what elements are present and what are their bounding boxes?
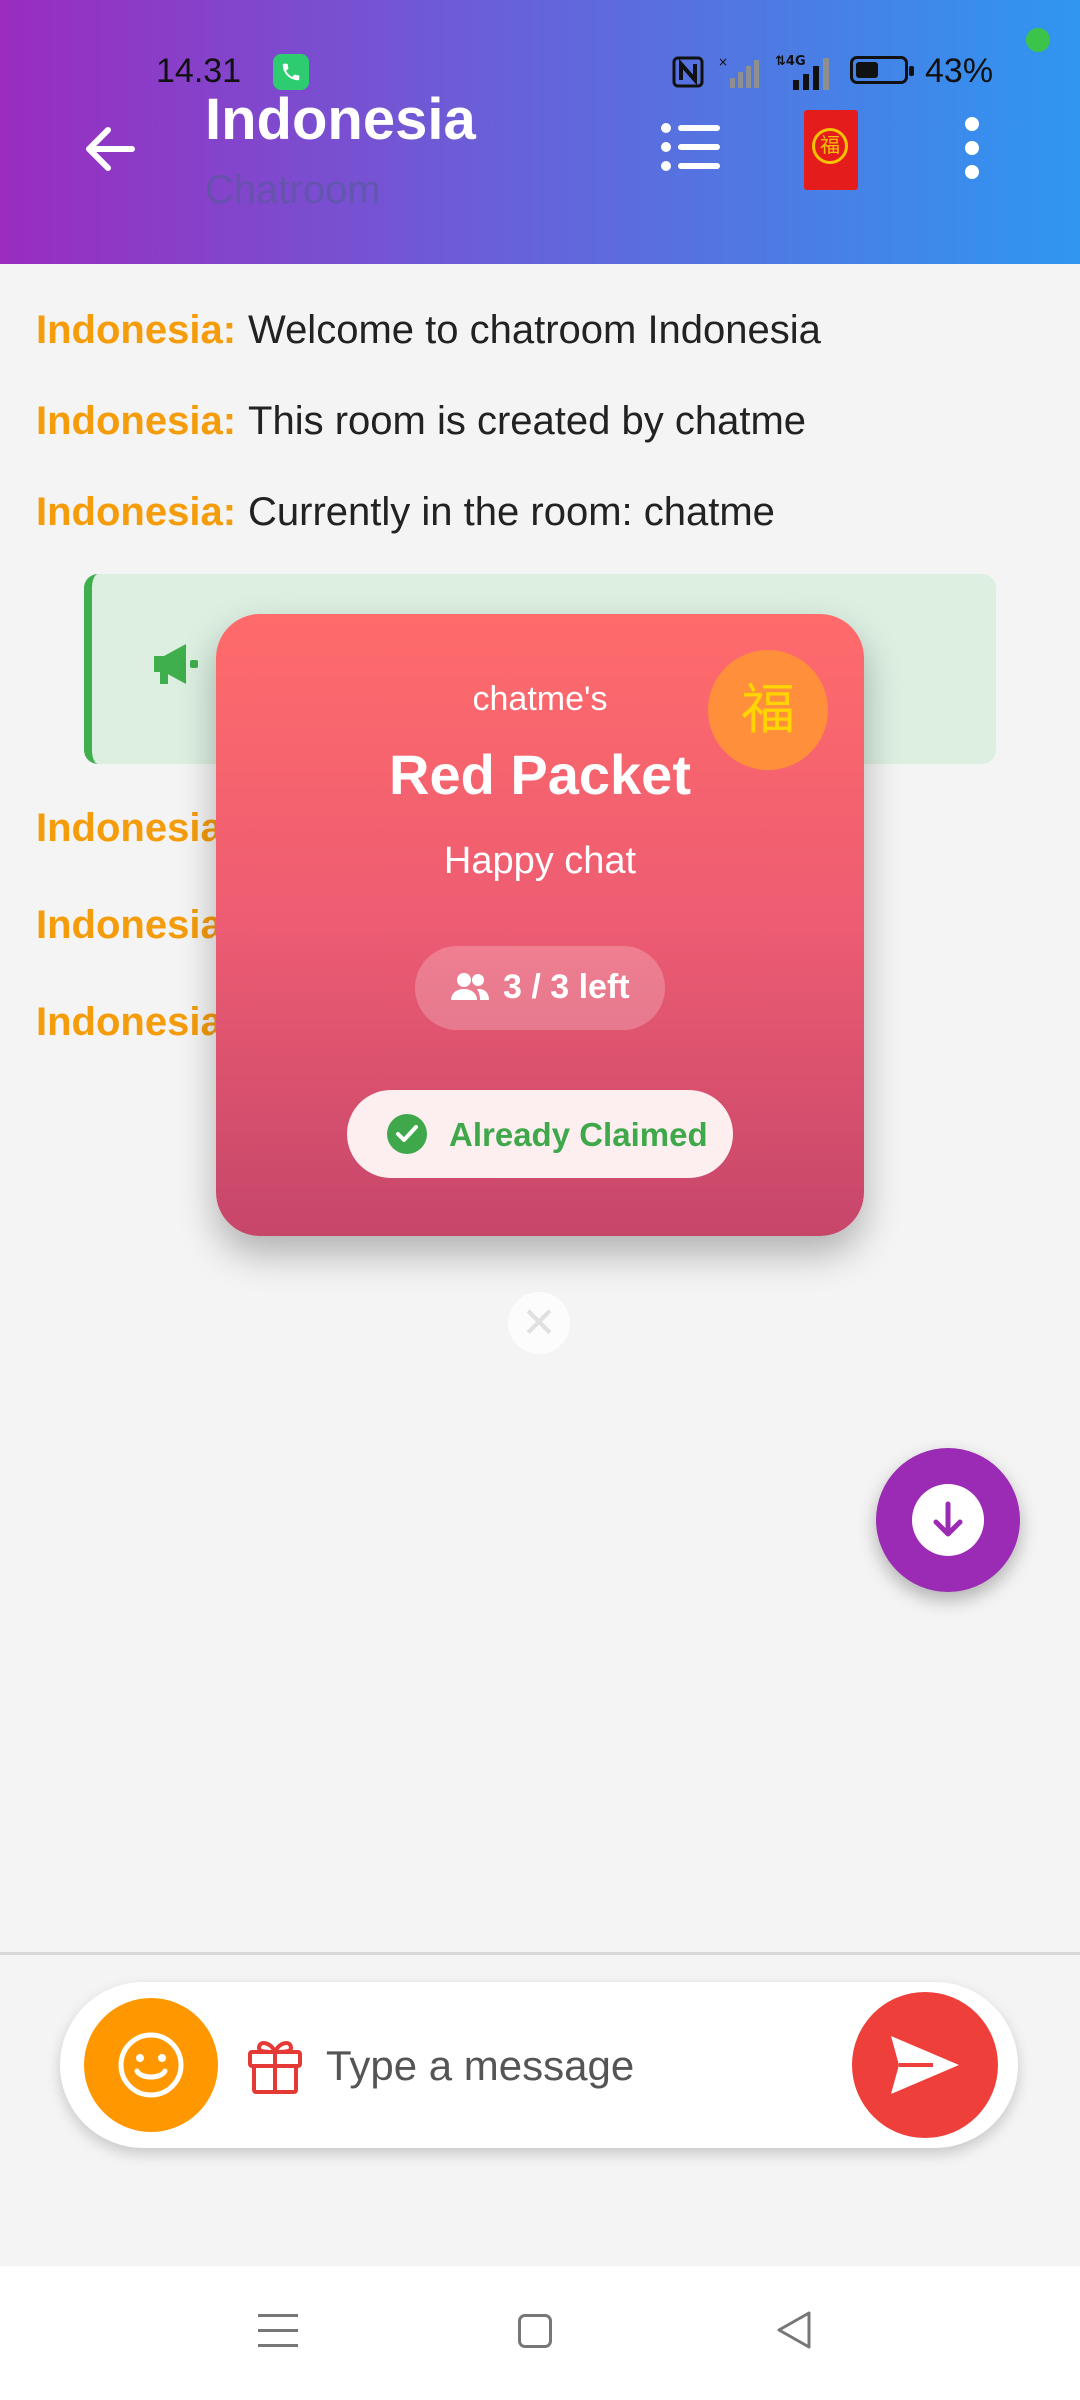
list-icon[interactable] — [660, 122, 722, 172]
recent-apps-icon[interactable] — [258, 2312, 298, 2350]
battery-icon — [850, 56, 914, 84]
app-header: 14.31 × ⇅4G 43% Indonesia Chatroom 福 — [0, 0, 1080, 264]
send-icon — [891, 2036, 959, 2094]
red-packet-sender: chatme's — [472, 680, 608, 718]
chat-message: Indonesia: Welcome to chatroom Indonesia — [36, 308, 821, 353]
message-text: Welcome to chatroom Indonesia — [248, 308, 821, 352]
chat-message: Indonesia: This room is created by chatme — [36, 399, 806, 444]
battery-percent: 43% — [925, 52, 994, 90]
megaphone-icon — [154, 644, 198, 684]
message-text: This room is created by chatme — [248, 399, 807, 443]
already-claimed-button[interactable]: Already Claimed — [347, 1090, 733, 1178]
signal-4g-icon: ⇅4G — [775, 54, 829, 90]
svg-text:⇅4G: ⇅4G — [775, 54, 806, 69]
svg-text:×: × — [718, 56, 728, 69]
system-nav-bar — [0, 2266, 1080, 2400]
chat-message-sender-partial[interactable]: Indonesia — [36, 1000, 223, 1045]
scroll-to-bottom-button[interactable] — [876, 1448, 1020, 1592]
privacy-indicator-dot — [1026, 28, 1050, 52]
more-vertical-icon[interactable] — [960, 116, 984, 180]
smiley-icon — [118, 2032, 184, 2098]
red-packet-icon[interactable]: 福 — [804, 110, 858, 190]
red-packet-card: 福 chatme's Red Packet Happy chat 3 / 3 l… — [216, 614, 864, 1236]
people-icon — [451, 973, 489, 1000]
status-bar: 14.31 × ⇅4G 43% — [0, 50, 1080, 96]
check-circle-icon — [387, 1114, 427, 1154]
message-text: Currently in the room: chatme — [248, 490, 775, 534]
message-sender[interactable]: Indonesia: — [36, 308, 236, 352]
chat-message: Indonesia: Currently in the room: chatme — [36, 490, 775, 535]
emoji-button[interactable] — [84, 1998, 218, 2132]
gift-icon[interactable] — [246, 2034, 304, 2096]
chat-message-sender-partial[interactable]: Indonesia — [36, 806, 223, 851]
nfc-icon — [672, 56, 704, 88]
remaining-count: 3 / 3 left — [503, 968, 630, 1006]
send-button[interactable] — [852, 1992, 998, 2138]
remaining-count-badge: 3 / 3 left — [415, 946, 665, 1030]
arrow-down-icon — [933, 1501, 963, 1537]
back-arrow-icon[interactable] — [78, 118, 140, 180]
message-sender[interactable]: Indonesia: — [36, 399, 236, 443]
chat-message-sender-partial[interactable]: Indonesia — [36, 903, 223, 948]
message-input[interactable] — [324, 2028, 828, 2104]
red-packet-message: Happy chat — [443, 840, 637, 882]
message-composer — [60, 1982, 1018, 2148]
room-title: Indonesia — [205, 87, 476, 152]
message-sender[interactable]: Indonesia: — [36, 490, 236, 534]
signal-icon-1: × — [718, 56, 759, 88]
nav-back-icon[interactable] — [776, 2310, 812, 2350]
claimed-label: Already Claimed — [449, 1116, 708, 1153]
close-popup-button[interactable]: ✕ — [508, 1292, 570, 1354]
composer-divider — [0, 1952, 1080, 1955]
room-subtitle: Chatroom — [205, 168, 381, 212]
home-icon[interactable] — [518, 2314, 552, 2348]
red-packet-title: Red Packet — [389, 743, 691, 806]
call-icon — [273, 54, 309, 90]
fu-seal-icon: 福 — [812, 128, 848, 164]
